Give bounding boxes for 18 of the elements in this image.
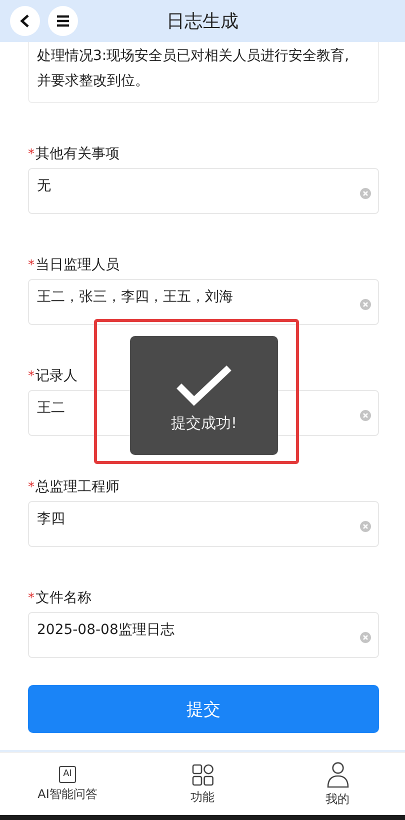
field-label: 当日监理人员: [36, 256, 120, 274]
required-mark: *: [28, 368, 34, 384]
required-mark: *: [28, 590, 34, 606]
required-mark: *: [28, 258, 34, 272]
required-mark: *: [28, 146, 34, 162]
tab-label: AI智能问答: [38, 786, 98, 803]
field-label: 其他有关事项: [36, 145, 120, 163]
page-title: 日志生成: [166, 10, 240, 33]
text-line: 并要求整改到位。: [37, 72, 150, 91]
tab-label: 功能: [190, 788, 214, 806]
required-mark: *: [28, 480, 34, 494]
field-label: 总监理工程师: [36, 478, 120, 496]
ai-icon: AI: [59, 766, 76, 783]
field-label: 文件名称: [36, 589, 92, 607]
tab-label: 我的: [326, 790, 350, 808]
field-label: 记录人: [36, 367, 78, 385]
text-line: 处理情况3:现场安全员已对相关人员进行安全教育,: [37, 47, 350, 66]
toast-message: 提交成功!: [170, 414, 237, 433]
